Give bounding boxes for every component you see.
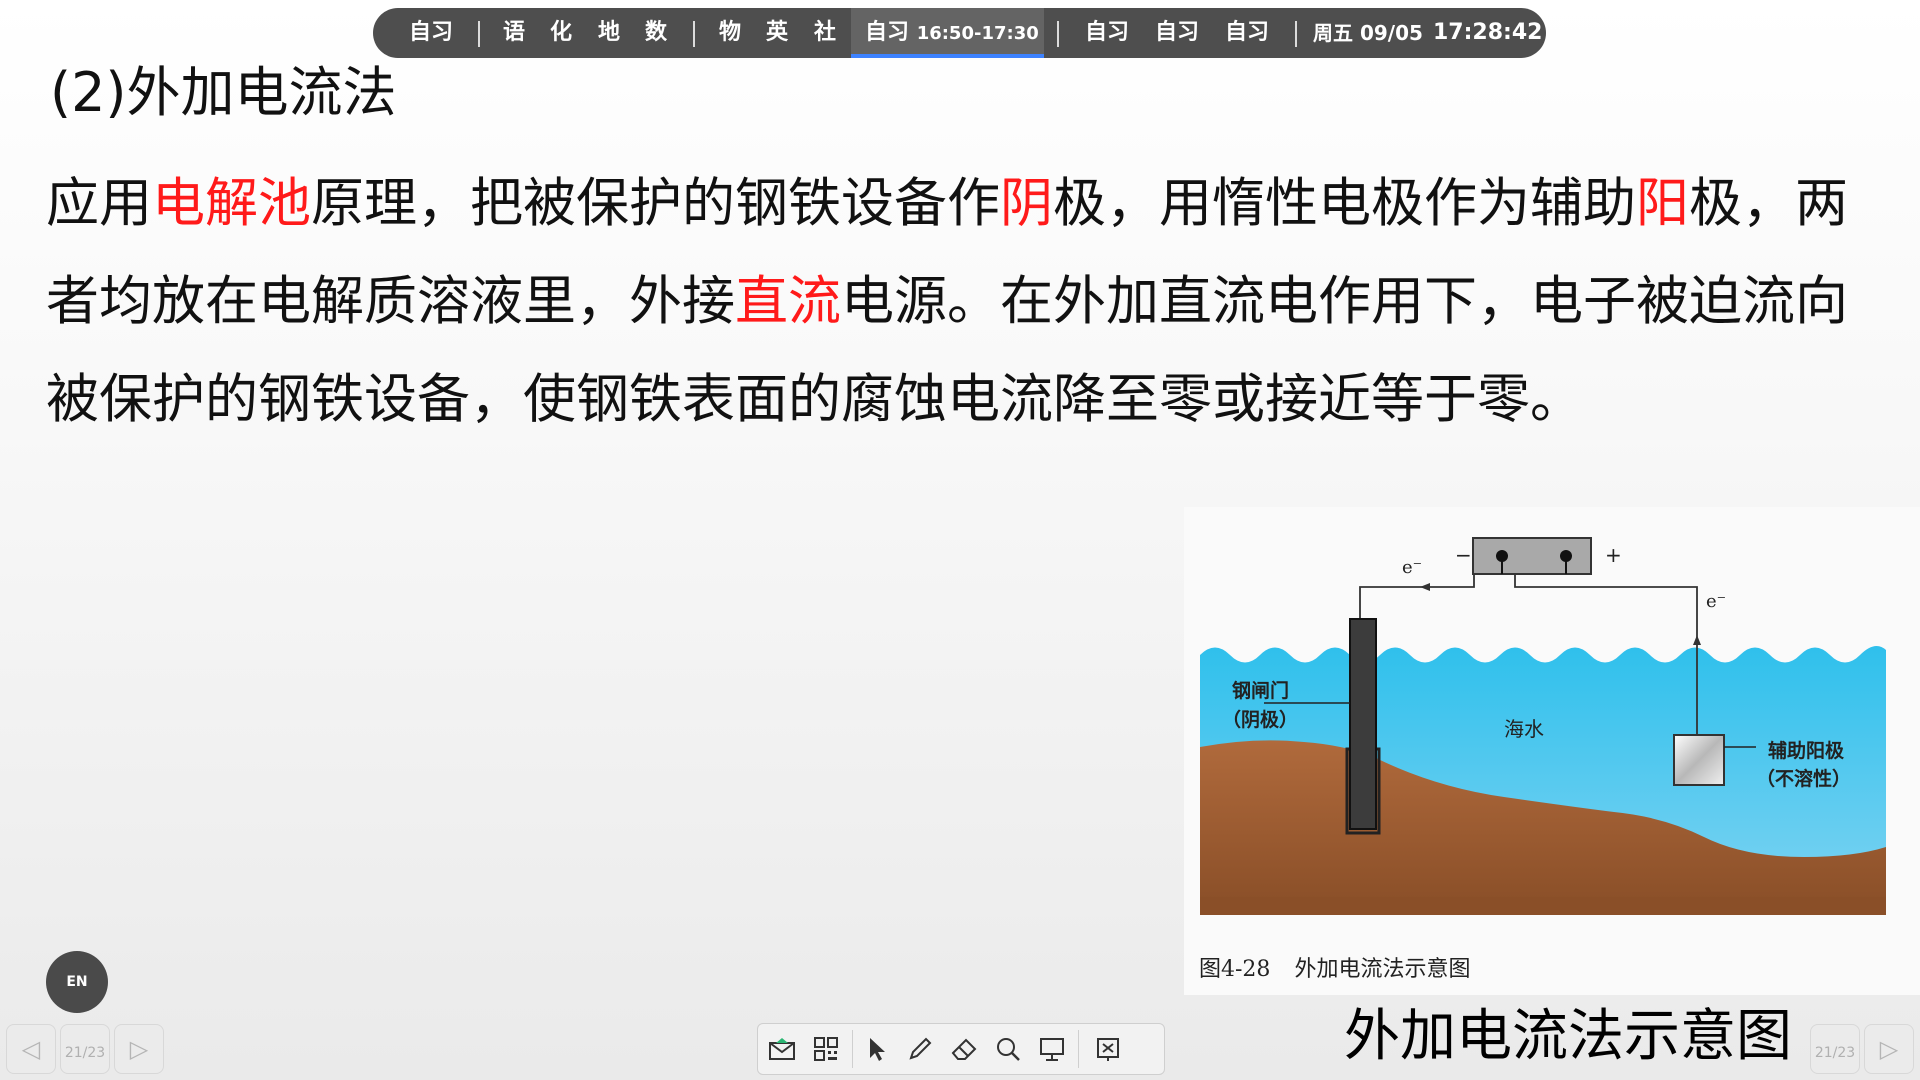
schedule-clock: 17:28:42 [1433, 20, 1543, 45]
paragraph-highlight: 电解池 [152, 173, 311, 234]
magnifier-button[interactable] [988, 1029, 1028, 1069]
schedule-divider [1295, 21, 1297, 47]
figure-caption: 图4-28 外加电流法示意图 [1199, 951, 1470, 983]
schedule-slot[interactable]: 英 [766, 8, 788, 58]
toolbar-divider [852, 1030, 853, 1068]
schedule-slot[interactable]: 数 [645, 8, 667, 58]
figure-number: 图4-28 [1199, 957, 1271, 982]
paragraph-highlight: 直流 [735, 271, 841, 332]
sea-bed-bottom [1200, 897, 1886, 915]
pointer-icon [870, 1038, 885, 1061]
gate-label-line2: （阴极） [1222, 708, 1298, 731]
schedule-date: 周五 09/05 [1313, 21, 1423, 45]
pen-icon [909, 1037, 932, 1060]
arrow-left [1420, 583, 1430, 591]
page-number: 21/23 [64, 1045, 106, 1061]
current-period-indicator [851, 54, 1044, 58]
schedule-divider [693, 21, 695, 47]
schedule-slot[interactable]: 自习 [409, 8, 453, 58]
anode-label-line2: （不溶性） [1756, 767, 1851, 790]
electron-label-right: e⁻ [1706, 591, 1726, 612]
schedule-divider [478, 21, 480, 47]
chevron-right-icon: ▷ [1879, 1035, 1899, 1063]
paragraph-segment: 极，用惰性电极作为辅助 [1053, 173, 1636, 234]
schedule-slot[interactable]: 自习 [1085, 8, 1129, 58]
schedule-slot[interactable]: 地 [598, 8, 620, 58]
qr-code-button[interactable] [806, 1029, 846, 1069]
email-icon [769, 1038, 795, 1060]
slide-paragraph: 应用电解池原理，把被保护的钢铁设备作阴极，用惰性电极作为辅助阳极，两者均放在电解… [46, 155, 1896, 449]
auxiliary-anode [1673, 734, 1725, 786]
current-period-time: 16:50-17:30 [916, 23, 1039, 44]
qr-code-icon [814, 1037, 838, 1061]
presentation-toolbar [757, 1023, 1165, 1075]
language-icon: EN [66, 974, 88, 990]
current-period[interactable]: 自习 16:50-17:30 [851, 8, 1044, 58]
chevron-left-icon: ◁ [21, 1035, 41, 1063]
paragraph-segment: 原理，把被保护的钢铁设备作 [311, 173, 1000, 234]
schedule-divider [1057, 21, 1059, 47]
schedule-slot[interactable]: 自习 [1155, 8, 1199, 58]
whiteboard-button[interactable] [1032, 1029, 1072, 1069]
minus-sign: − [1455, 543, 1472, 567]
paragraph-highlight: 阴 [1000, 173, 1053, 234]
magnifier-icon [997, 1038, 1020, 1061]
schedule-slot[interactable]: 自习 [1225, 8, 1269, 58]
language-toggle-button[interactable]: EN [46, 951, 108, 1013]
toolbar-divider [1078, 1030, 1079, 1068]
paragraph-highlight: 阳 [1636, 173, 1689, 234]
eraser-button[interactable] [944, 1029, 984, 1069]
exit-icon [1097, 1038, 1119, 1061]
schedule-slot[interactable]: 社 [814, 8, 836, 58]
whiteboard-icon [1040, 1038, 1064, 1061]
pointer-button[interactable] [856, 1029, 896, 1069]
prev-slide-button-left[interactable]: ◁ [6, 1024, 56, 1074]
slide-heading: (2)外加电流法 [50, 61, 397, 124]
steel-gate [1349, 618, 1377, 830]
slide-figure-title: 外加电流法示意图 [1344, 1004, 1792, 1069]
arrow-up [1693, 635, 1701, 645]
page-indicator-right[interactable]: 21/23 [1810, 1024, 1860, 1074]
schedule-bar: 自习 语 化 地 数 物 英 社 自习 16:50-17:30 自习 自习 自习… [373, 8, 1546, 58]
schedule-slot[interactable]: 语 [503, 8, 525, 58]
pen-button[interactable] [900, 1029, 940, 1069]
diagram-svg: − + e⁻ e⁻ 钢闸门 （阴极） 海水 辅助阳极 （不溶性） [1200, 537, 1886, 915]
eraser-icon [951, 1038, 977, 1060]
page-number: 21/23 [1814, 1045, 1856, 1061]
gate-label-line1: 钢闸门 [1232, 679, 1289, 702]
electron-label-left: e⁻ [1402, 557, 1422, 578]
current-period-label: 自习 [865, 20, 910, 45]
next-slide-button-left[interactable]: ▷ [114, 1024, 164, 1074]
cathodic-protection-figure: − + e⁻ e⁻ 钢闸门 （阴极） 海水 辅助阳极 （不溶性） 图4-28 外加… [1184, 507, 1920, 995]
email-button[interactable] [762, 1029, 802, 1069]
schedule-slot[interactable]: 化 [550, 8, 572, 58]
plus-sign: + [1605, 543, 1622, 567]
anode-label-line1: 辅助阳极 [1768, 739, 1845, 762]
chevron-right-icon: ▷ [129, 1035, 149, 1063]
page-indicator-left[interactable]: 21/23 [60, 1024, 110, 1074]
figure-caption-text: 外加电流法示意图 [1294, 957, 1471, 982]
next-slide-button-right[interactable]: ▷ [1864, 1024, 1914, 1074]
schedule-slot[interactable]: 物 [719, 8, 741, 58]
exit-presentation-button[interactable] [1088, 1029, 1128, 1069]
water-label: 海水 [1504, 717, 1544, 741]
dc-power-source [1472, 537, 1592, 575]
paragraph-segment: 应用 [46, 173, 152, 234]
